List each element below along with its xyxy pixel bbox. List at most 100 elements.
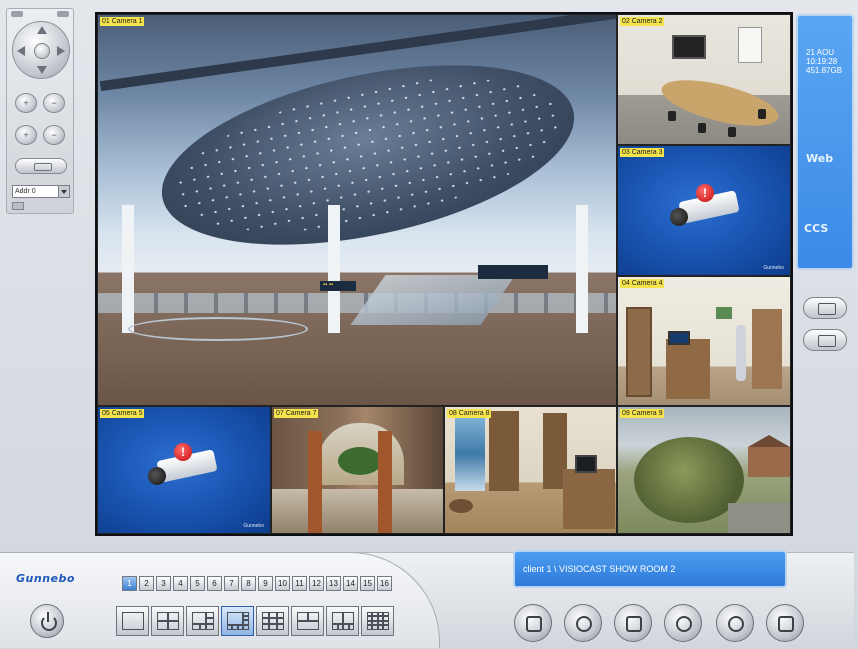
ccs-label[interactable]: CCS	[804, 222, 828, 235]
channel-button-12[interactable]: 12	[309, 576, 324, 591]
channel-button-14[interactable]: 14	[343, 576, 358, 591]
camera-view-9[interactable]: 09 Camera 9	[617, 406, 791, 534]
offline-brand: Gunnebo	[763, 265, 784, 271]
layout-button-1+12[interactable]	[291, 606, 324, 636]
layout-cell	[367, 612, 372, 616]
recorder-icon	[526, 616, 542, 632]
status-bar: client 1 \ VISIOCAST SHOW ROOM 2	[513, 550, 787, 588]
layout-button-1x1[interactable]	[116, 606, 149, 636]
chair-image	[728, 127, 736, 137]
layout-grid-icon	[367, 612, 389, 630]
layout-grid-icon	[122, 612, 144, 630]
snapshot-button[interactable]	[803, 329, 847, 351]
door-image	[489, 411, 519, 491]
address-select[interactable]: Addr 0	[12, 185, 70, 198]
channel-button-13[interactable]: 13	[326, 576, 341, 591]
shops-image	[98, 293, 616, 313]
zoom-in-button[interactable]: +	[15, 93, 37, 113]
panel-expand-icon[interactable]	[57, 11, 69, 17]
person-image	[736, 325, 746, 381]
pan-left-icon[interactable]	[17, 46, 25, 56]
channel-button-4[interactable]: 4	[173, 576, 188, 591]
offline-brand: Gunnebo	[243, 523, 264, 529]
layout-cell	[383, 625, 389, 630]
ptz-home-button[interactable]	[34, 43, 50, 59]
layout-cell	[378, 625, 383, 630]
layout-cell	[343, 624, 349, 630]
channel-button-7[interactable]: 7	[224, 576, 239, 591]
camera-label: 02 Camera 2	[620, 17, 665, 26]
layout-button-2x2[interactable]	[151, 606, 184, 636]
panel-minimize-icon[interactable]	[11, 11, 23, 17]
layout-cell	[367, 616, 372, 621]
layout-cell	[332, 612, 343, 624]
tools-button[interactable]	[614, 604, 652, 642]
layout-button-1+5[interactable]	[186, 606, 219, 636]
layout-button-4x4[interactable]	[361, 606, 394, 636]
power-button[interactable]	[30, 604, 64, 638]
monitor-image	[668, 331, 690, 345]
channel-button-11[interactable]: 11	[292, 576, 307, 591]
pillar-image	[328, 205, 340, 333]
camera-view-8[interactable]: 08 Camera 8	[444, 406, 617, 534]
road-image	[728, 503, 790, 533]
camera-offline-icon: !	[144, 443, 224, 493]
channel-button-8[interactable]: 8	[241, 576, 256, 591]
layout-cell	[227, 625, 232, 630]
layout-cell	[378, 621, 383, 625]
channel-button-5[interactable]: 5	[190, 576, 205, 591]
channel-button-10[interactable]: 10	[275, 576, 290, 591]
camera-view-2[interactable]: 02 Camera 2	[617, 14, 791, 145]
camera-view-4[interactable]: 04 Camera 4	[617, 276, 791, 406]
railing-image	[128, 317, 308, 341]
camera-grid: ▪▪ ▪▪ 01 Camera 1 02 Camera 2 ! Gunnebo …	[95, 12, 793, 536]
camera-offline-icon: !	[666, 184, 746, 234]
ptz-direction-pad[interactable]	[12, 21, 70, 79]
pan-down-icon[interactable]	[37, 66, 47, 74]
recorder-button[interactable]	[514, 604, 552, 642]
zoom-out-button[interactable]: −	[43, 93, 65, 113]
channel-button-2[interactable]: 2	[139, 576, 154, 591]
layout-cell	[243, 612, 249, 616]
sequence-button[interactable]	[803, 297, 847, 319]
disk-space-text: 451.87GB	[806, 66, 843, 75]
network-button[interactable]	[716, 604, 754, 642]
pan-right-icon[interactable]	[57, 46, 65, 56]
small-toggle-button[interactable]	[12, 202, 24, 210]
chair-image	[758, 109, 766, 119]
channel-button-15[interactable]: 15	[360, 576, 375, 591]
layout-cell	[262, 618, 269, 624]
preset-button[interactable]	[15, 158, 67, 174]
layout-button-1+7[interactable]	[221, 606, 254, 636]
camera-view-3[interactable]: ! Gunnebo 03 Camera 3	[617, 145, 791, 276]
channel-button-16[interactable]: 16	[377, 576, 392, 591]
channel-button-9[interactable]: 9	[258, 576, 273, 591]
house-image	[748, 435, 790, 477]
playback-button[interactable]	[564, 604, 602, 642]
tv-image	[672, 35, 706, 59]
search-button[interactable]	[664, 604, 702, 642]
focus-near-button[interactable]: +	[15, 125, 37, 145]
layout-grid-icon	[192, 612, 214, 630]
camera-view-5[interactable]: ! Gunnebo 05 Camera 5	[97, 406, 271, 534]
channel-button-3[interactable]: 3	[156, 576, 171, 591]
camera-label: 08 Camera 8	[447, 409, 492, 418]
focus-far-button[interactable]: −	[43, 125, 65, 145]
layout-button-3x3[interactable]	[256, 606, 289, 636]
sign-image: ▪▪ ▪▪	[320, 281, 356, 291]
config-button[interactable]	[766, 604, 804, 642]
camera-view-7[interactable]: 07 Camera 7	[271, 406, 444, 534]
channel-button-6[interactable]: 6	[207, 576, 222, 591]
layout-button-2+8[interactable]	[326, 606, 359, 636]
layout-cell	[243, 620, 249, 625]
chevron-down-icon[interactable]	[58, 186, 69, 197]
camera-label: 05 Camera 5	[100, 409, 145, 418]
pan-up-icon[interactable]	[37, 26, 47, 34]
layout-cell	[206, 618, 214, 624]
camera-view-1[interactable]: ▪▪ ▪▪ 01 Camera 1	[97, 14, 617, 406]
layout-cell	[378, 612, 383, 616]
layout-cell	[157, 621, 168, 630]
channel-button-1[interactable]: 1	[122, 576, 137, 591]
layout-cell	[157, 612, 168, 621]
web-label[interactable]: Web	[806, 152, 833, 165]
